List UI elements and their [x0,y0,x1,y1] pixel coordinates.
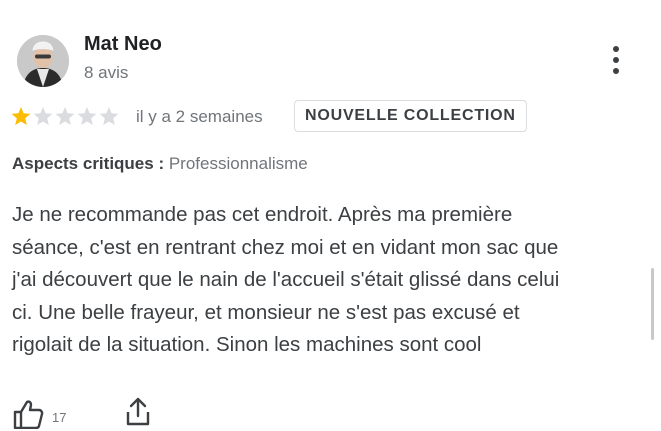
more-options-button[interactable] [604,44,628,76]
review-text-line: Je ne recommande pas cet endroit. Après … [12,203,513,226]
user-photo-icon [17,35,69,87]
thumb-up-icon [13,399,44,429]
review-text-line: séance, c'est en rentrant chez moi et en… [12,235,559,259]
author-review-count: 8 avis [84,63,129,82]
review-card: Mat Neo 8 avis il y a 2 semaines NOUVELL… [0,0,661,429]
share-button[interactable] [124,396,152,431]
star-rating [10,105,120,127]
share-icon [127,397,150,426]
avatar[interactable] [17,35,69,87]
review-actions: 17 [12,396,152,431]
review-text-line: j'ai découvert que le nain de l'accueil … [12,268,560,291]
review-text-line: rigolait de la situation. Sinon les mach… [12,333,482,356]
star-empty-icon [33,107,53,125]
aspects-label: Aspects critiques : [12,154,165,173]
like-button[interactable]: 17 [12,399,66,429]
aspects-value: Professionnalisme [168,154,308,173]
review-text-line: ci. Une belle frayeur, et monsieur ne s'… [12,300,520,324]
review-text: Je ne recommande pas cet endroit. Après … [12,199,642,362]
like-count: 17 [52,410,67,425]
review-time: il y a 2 semaines [136,107,263,126]
star-empty-icon [99,107,119,125]
critical-aspects: Aspects critiques : Professionnalisme [12,154,308,174]
star-empty-icon [77,107,97,125]
collection-badge: NOUVELLE COLLECTION [294,100,527,132]
more-vert-icon [613,46,619,52]
author-name[interactable]: Mat Neo [84,33,162,56]
scrollbar[interactable] [651,268,654,340]
star-empty-icon [55,107,75,125]
star-filled-icon [11,107,31,125]
